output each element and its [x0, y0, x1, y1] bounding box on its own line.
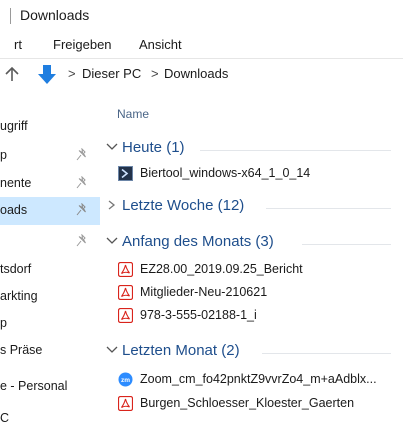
group-divider	[266, 208, 391, 209]
group-title: Letzten Monat (2)	[122, 342, 240, 359]
pdf-icon	[118, 396, 133, 411]
pin-icon[interactable]	[76, 148, 88, 162]
breadcrumb-downloads[interactable]: Downloads	[164, 66, 228, 81]
sidebar-item-this-pc[interactable]: C	[0, 405, 100, 433]
sidebar-item-folder[interactable]: p	[0, 310, 100, 338]
sidebar-item-label: s Präse	[0, 343, 43, 357]
sidebar-item-label: arkting	[0, 289, 38, 303]
sidebar-item-downloads[interactable]: oads	[0, 197, 100, 225]
downloads-folder-icon	[38, 65, 56, 84]
group-divider	[302, 244, 391, 245]
list-item[interactable]: Burgen_Schloesser_Kloester_Gaerten	[114, 393, 403, 415]
file-name: Biertool_windows-x64_1_0_14	[140, 166, 311, 180]
sidebar-item-label: p	[0, 148, 7, 162]
file-name: Burgen_Schloesser_Kloester_Gaerten	[140, 396, 355, 410]
sidebar-item-label: nente	[0, 176, 32, 190]
sidebar-item-label: p	[0, 316, 7, 330]
chevron-down-icon	[106, 237, 118, 244]
group-header-start-of-month[interactable]: Anfang des Monats (3)	[106, 232, 403, 256]
breadcrumb-this-pc[interactable]: Dieser PC	[82, 66, 141, 81]
app-icon	[118, 166, 133, 181]
pdf-icon	[118, 262, 133, 277]
group-title: Heute (1)	[122, 139, 185, 156]
list-item[interactable]: Mitglieder-Neu-210621	[114, 282, 403, 304]
breadcrumb-chevron-icon: >	[151, 66, 159, 81]
group-divider	[200, 150, 391, 151]
window-title: Downloads	[20, 7, 90, 23]
chevron-down-icon	[106, 143, 118, 150]
sidebar-item-folder[interactable]: tsdorf	[0, 256, 100, 284]
list-item[interactable]: EZ28.00_2019.09.25_Bericht	[114, 259, 403, 281]
zoom-icon: zm	[118, 372, 133, 387]
file-name: Mitglieder-Neu-210621	[140, 285, 268, 299]
sidebar-item-label: C	[0, 411, 10, 425]
list-item[interactable]: zm Zoom_cm_fo42pnktZ9vvrZo4_m+aAdblx...	[114, 369, 403, 391]
list-item[interactable]: 978-3-555-02188-1_i	[114, 305, 403, 327]
pdf-icon	[118, 308, 133, 323]
sidebar-item-label: ugriff	[0, 119, 28, 133]
sidebar-item-folder[interactable]: arkting	[0, 283, 100, 311]
group-header-today[interactable]: Heute (1)	[106, 138, 403, 162]
file-name: 978-3-555-02188-1_i	[140, 308, 257, 322]
sidebar-item-quick-access[interactable]: ugriff	[0, 113, 100, 141]
group-title: Letzte Woche (12)	[122, 197, 245, 214]
group-title: Anfang des Monats (3)	[122, 233, 274, 250]
group-header-last-week[interactable]: Letzte Woche (12)	[106, 196, 403, 220]
group-divider	[262, 353, 391, 354]
up-arrow-icon[interactable]	[3, 64, 21, 84]
sidebar-item-label: tsdorf	[0, 262, 32, 276]
tab-start[interactable]: rt	[14, 37, 22, 52]
title-separator	[10, 8, 11, 24]
file-name: EZ28.00_2019.09.25_Bericht	[140, 262, 303, 276]
sidebar-item-onedrive-personal[interactable]: e - Personal	[0, 373, 100, 401]
list-item[interactable]: Biertool_windows-x64_1_0_14	[114, 163, 403, 185]
sidebar-item-pictures[interactable]	[0, 228, 100, 256]
pin-icon[interactable]	[76, 176, 88, 190]
pin-icon[interactable]	[76, 203, 88, 217]
chevron-down-icon	[106, 346, 118, 353]
sidebar-item-label: e - Personal	[0, 379, 68, 393]
sidebar-item-folder[interactable]: s Präse	[0, 337, 100, 365]
pin-icon[interactable]	[76, 234, 88, 248]
pdf-icon	[118, 285, 133, 300]
chevron-right-icon	[108, 200, 116, 210]
sidebar-item-desktop[interactable]: p	[0, 142, 100, 170]
tab-share[interactable]: Freigeben	[53, 37, 112, 52]
group-header-last-month[interactable]: Letzten Monat (2)	[106, 341, 403, 365]
breadcrumb-chevron-icon: >	[68, 66, 76, 81]
sidebar-item-documents[interactable]: nente	[0, 170, 100, 198]
column-header-name[interactable]: Name	[117, 107, 149, 121]
svg-text:zm: zm	[121, 377, 130, 384]
sidebar-item-label: oads	[0, 203, 28, 217]
tab-view[interactable]: Ansicht	[139, 37, 182, 52]
file-name: Zoom_cm_fo42pnktZ9vvrZo4_m+aAdblx...	[140, 372, 377, 386]
